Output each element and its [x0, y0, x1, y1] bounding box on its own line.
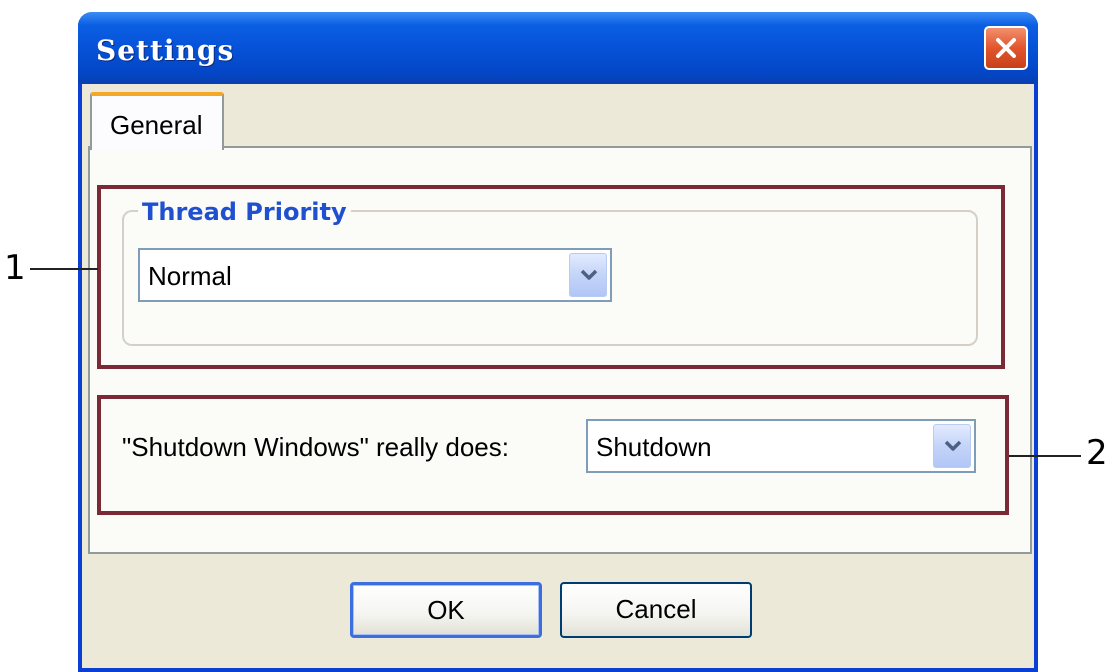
- close-button[interactable]: [984, 26, 1028, 70]
- annotation-leader-2: [1009, 455, 1081, 457]
- title-bar[interactable]: Settings: [78, 12, 1038, 84]
- annotation-leader-1: [30, 268, 98, 270]
- close-icon: [996, 38, 1016, 58]
- cancel-button[interactable]: Cancel: [560, 582, 752, 638]
- tab-general[interactable]: General: [90, 92, 224, 150]
- annotation-number-2: 2: [1086, 433, 1108, 473]
- annotation-box-1: [97, 185, 1005, 369]
- ok-button[interactable]: OK: [350, 582, 542, 638]
- annotation-box-2: [97, 395, 1009, 515]
- annotation-number-1: 1: [4, 248, 26, 288]
- tab-general-label: General: [110, 110, 203, 140]
- window-title: Settings: [96, 34, 235, 67]
